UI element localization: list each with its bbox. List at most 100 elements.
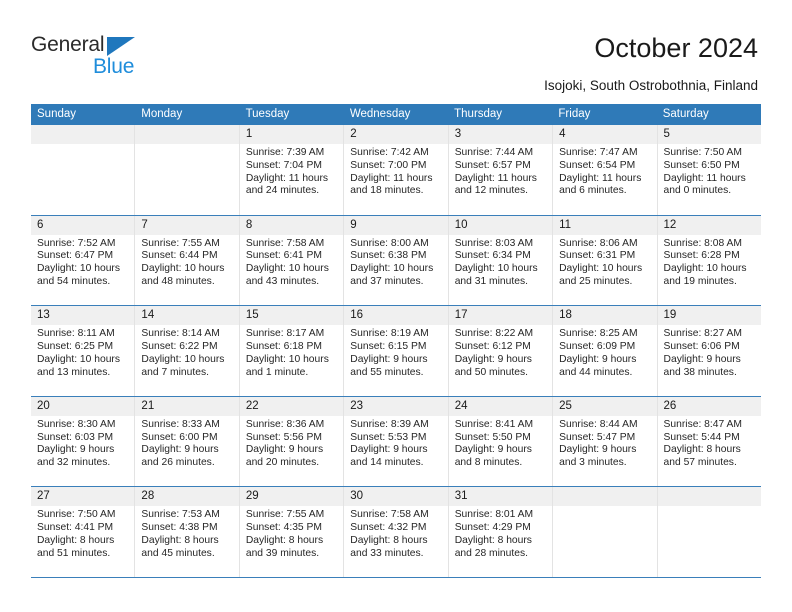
calendar-day-cell[interactable]: 12 Sunrise: 8:08 AM Sunset: 6:28 PM Dayligh… [657, 215, 761, 306]
day-details: Sunrise: 7:44 AM Sunset: 6:57 PM Daylight:… [449, 144, 552, 198]
day-detail-line: Sunset: 5:50 PM [454, 431, 531, 443]
day-details: Sunrise: 8:47 AM Sunset: 5:44 PM Daylight:… [658, 416, 761, 470]
day-detail-line: Sunset: 4:29 PM [454, 522, 531, 534]
day-detail-line: and 57 minutes. [663, 457, 737, 469]
calendar-day-cell[interactable]: 8 Sunrise: 7:58 AM Sunset: 6:41 PM Daylight… [239, 215, 345, 306]
calendar-day-cell[interactable]: 26 Sunrise: 8:47 AM Sunset: 5:44 PM Dayligh… [657, 396, 761, 487]
calendar-day-cell[interactable]: 2 Sunrise: 7:42 AM Sunset: 7:00 PM Daylight… [344, 125, 449, 215]
day-detail-line: and 51 minutes. [37, 547, 111, 559]
day-detail-line: Sunset: 6:03 PM [37, 431, 114, 443]
calendar-day-cell[interactable]: 7 Sunrise: 7:55 AM Sunset: 6:44 PM Daylight… [135, 215, 240, 306]
day-number: 1 [245, 128, 253, 140]
calendar-day-cell[interactable]: 23 Sunrise: 8:39 AM Sunset: 5:53 PM Dayligh… [344, 396, 449, 487]
day-number: 5 [663, 128, 670, 140]
day-detail-line: and 0 minutes. [663, 185, 732, 197]
day-detail-line: and 32 minutes. [37, 457, 111, 469]
day-details: Sunrise: 8:33 AM Sunset: 6:00 PM Daylight:… [135, 416, 238, 470]
day-details: Sunrise: 7:53 AM Sunset: 4:38 PM Daylight:… [135, 506, 238, 560]
calendar-day-cell[interactable]: 22 Sunrise: 8:36 AM Sunset: 5:56 PM Dayligh… [239, 396, 345, 487]
day-number-band: 25 [553, 396, 657, 416]
day-detail-line: Sunrise: 8:47 AM [663, 418, 742, 430]
day-detail-line: Sunrise: 8:44 AM [559, 418, 638, 430]
day-detail-line: Sunset: 6:54 PM [559, 159, 636, 171]
calendar-day-cell[interactable]: 27 Sunrise: 7:50 AM Sunset: 4:41 PM Dayligh… [31, 487, 136, 577]
day-detail-line: Sunrise: 8:14 AM [141, 328, 220, 340]
day-detail-line: Sunset: 6:28 PM [663, 250, 740, 262]
calendar-day-cell[interactable]: 9 Sunrise: 8:00 AM Sunset: 6:38 PM Daylight… [344, 215, 449, 306]
day-detail-line: Daylight: 8 hours [663, 444, 741, 456]
brand-name-blue: Blue [93, 55, 135, 78]
day-number-band: 16 [344, 306, 448, 326]
day-number-band: 31 [448, 487, 553, 507]
calendar-day-cell[interactable]: 14 Sunrise: 8:14 AM Sunset: 6:22 PM Dayligh… [135, 306, 240, 396]
calendar-day-cell[interactable]: 31 Sunrise: 8:01 AM Sunset: 4:29 PM Dayligh… [448, 487, 554, 577]
day-detail-line: and 12 minutes. [454, 185, 528, 197]
calendar-day-cell[interactable]: 1 Sunrise: 7:39 AM Sunset: 7:04 PM Daylight… [239, 125, 345, 215]
calendar-day-cell[interactable]: 20 Sunrise: 8:30 AM Sunset: 6:03 PM Dayligh… [31, 396, 136, 487]
day-detail-line: and 28 minutes. [454, 547, 528, 559]
day-number-band [135, 125, 239, 144]
calendar-day-cell-empty [657, 487, 761, 577]
calendar-day-cell[interactable]: 25 Sunrise: 8:44 AM Sunset: 5:47 PM Dayligh… [553, 396, 658, 487]
day-detail-line: Sunset: 4:41 PM [37, 522, 114, 534]
calendar-page: General Blue October 2024 Isojoki, South… [0, 0, 792, 612]
day-detail-line: Sunset: 7:04 PM [245, 159, 322, 171]
day-detail-line: Daylight: 10 hours [37, 263, 120, 275]
calendar-day-cell[interactable]: 5 Sunrise: 7:50 AM Sunset: 6:50 PM Daylight… [657, 125, 761, 215]
day-number: 9 [350, 218, 357, 231]
day-details: Sunrise: 7:50 AM Sunset: 4:41 PM Daylight:… [31, 506, 134, 560]
day-detail-line: Daylight: 9 hours [141, 444, 219, 456]
day-number-band: 2 [344, 125, 448, 144]
day-details: Sunrise: 7:52 AM Sunset: 6:47 PM Daylight:… [31, 235, 134, 289]
day-number-band: 3 [448, 125, 553, 144]
day-details: Sunrise: 7:55 AM Sunset: 6:44 PM Daylight:… [135, 235, 238, 289]
calendar-day-cell[interactable]: 28 Sunrise: 7:53 AM Sunset: 4:38 PM Dayligh… [135, 487, 240, 577]
day-detail-line: Sunrise: 7:47 AM [559, 147, 638, 158]
day-detail-line: Sunrise: 7:55 AM [141, 237, 220, 249]
day-number: 11 [559, 218, 572, 231]
day-number-band: 30 [344, 487, 448, 507]
day-detail-line: Sunrise: 7:55 AM [245, 509, 325, 521]
calendar-day-cell[interactable]: 13 Sunrise: 8:11 AM Sunset: 6:25 PM Dayligh… [31, 306, 136, 396]
calendar-day-cell[interactable]: 18 Sunrise: 8:25 AM Sunset: 6:09 PM Dayligh… [553, 306, 658, 396]
day-detail-line: Sunset: 6:00 PM [141, 431, 218, 443]
day-detail-line: Daylight: 11 hours [663, 172, 746, 184]
day-detail-line: Sunrise: 8:06 AM [559, 237, 638, 249]
calendar-day-cell[interactable]: 17 Sunrise: 8:22 AM Sunset: 6:12 PM Dayligh… [448, 306, 554, 396]
day-detail-line: and 19 minutes. [663, 275, 737, 287]
calendar-day-cell[interactable]: 16 Sunrise: 8:19 AM Sunset: 6:15 PM Dayligh… [344, 306, 449, 396]
calendar-day-cell[interactable]: 19 Sunrise: 8:27 AM Sunset: 6:06 PM Dayligh… [657, 306, 761, 396]
day-detail-line: Daylight: 9 hours [559, 444, 637, 456]
day-number-band [31, 125, 135, 144]
day-details: Sunrise: 8:14 AM Sunset: 6:22 PM Daylight:… [135, 325, 238, 379]
day-number-band: 14 [135, 306, 239, 326]
day-detail-line: and 7 minutes. [141, 366, 209, 378]
day-detail-line: Daylight: 9 hours [454, 444, 532, 456]
day-detail-line: Sunset: 5:47 PM [559, 431, 636, 443]
day-detail-line: and 8 minutes. [454, 457, 523, 469]
calendar-day-cell[interactable]: 11 Sunrise: 8:06 AM Sunset: 6:31 PM Dayligh… [553, 215, 658, 306]
day-number-band: 24 [448, 396, 553, 416]
calendar-day-cell[interactable]: 21 Sunrise: 8:33 AM Sunset: 6:00 PM Dayligh… [135, 396, 240, 487]
day-detail-line: Sunrise: 7:58 AM [245, 237, 325, 249]
day-number-band: 10 [448, 215, 553, 235]
day-number: 30 [350, 490, 364, 503]
day-detail-line: Sunset: 6:25 PM [37, 340, 114, 352]
calendar-day-cell[interactable]: 24 Sunrise: 8:41 AM Sunset: 5:50 PM Dayligh… [448, 396, 554, 487]
day-detail-line: Sunrise: 8:17 AM [245, 328, 325, 340]
day-detail-line: Sunset: 6:41 PM [245, 250, 322, 262]
day-number-band: 28 [135, 487, 239, 507]
day-number: 21 [141, 399, 155, 412]
calendar-day-cell[interactable]: 10 Sunrise: 8:03 AM Sunset: 6:34 PM Dayligh… [448, 215, 554, 306]
calendar-day-cell[interactable]: 6 Sunrise: 7:52 AM Sunset: 6:47 PM Daylight… [31, 215, 136, 306]
calendar-day-cell[interactable]: 4 Sunrise: 7:47 AM Sunset: 6:54 PM Daylight… [553, 125, 658, 215]
day-number: 26 [663, 399, 677, 412]
calendar-day-cell[interactable]: 3 Sunrise: 7:44 AM Sunset: 6:57 PM Daylight… [448, 125, 554, 215]
day-detail-line: Sunrise: 8:25 AM [559, 328, 638, 340]
calendar-day-cell[interactable]: 30 Sunrise: 7:58 AM Sunset: 4:32 PM Dayligh… [344, 487, 449, 577]
calendar-day-cell[interactable]: 29 Sunrise: 7:55 AM Sunset: 4:35 PM Dayligh… [239, 487, 345, 577]
day-detail-line: Sunset: 6:22 PM [141, 340, 218, 352]
day-details: Sunrise: 8:17 AM Sunset: 6:18 PM Daylight:… [240, 325, 343, 379]
calendar-day-cell[interactable]: 15 Sunrise: 8:17 AM Sunset: 6:18 PM Dayligh… [239, 306, 345, 396]
day-number: 29 [245, 490, 259, 503]
